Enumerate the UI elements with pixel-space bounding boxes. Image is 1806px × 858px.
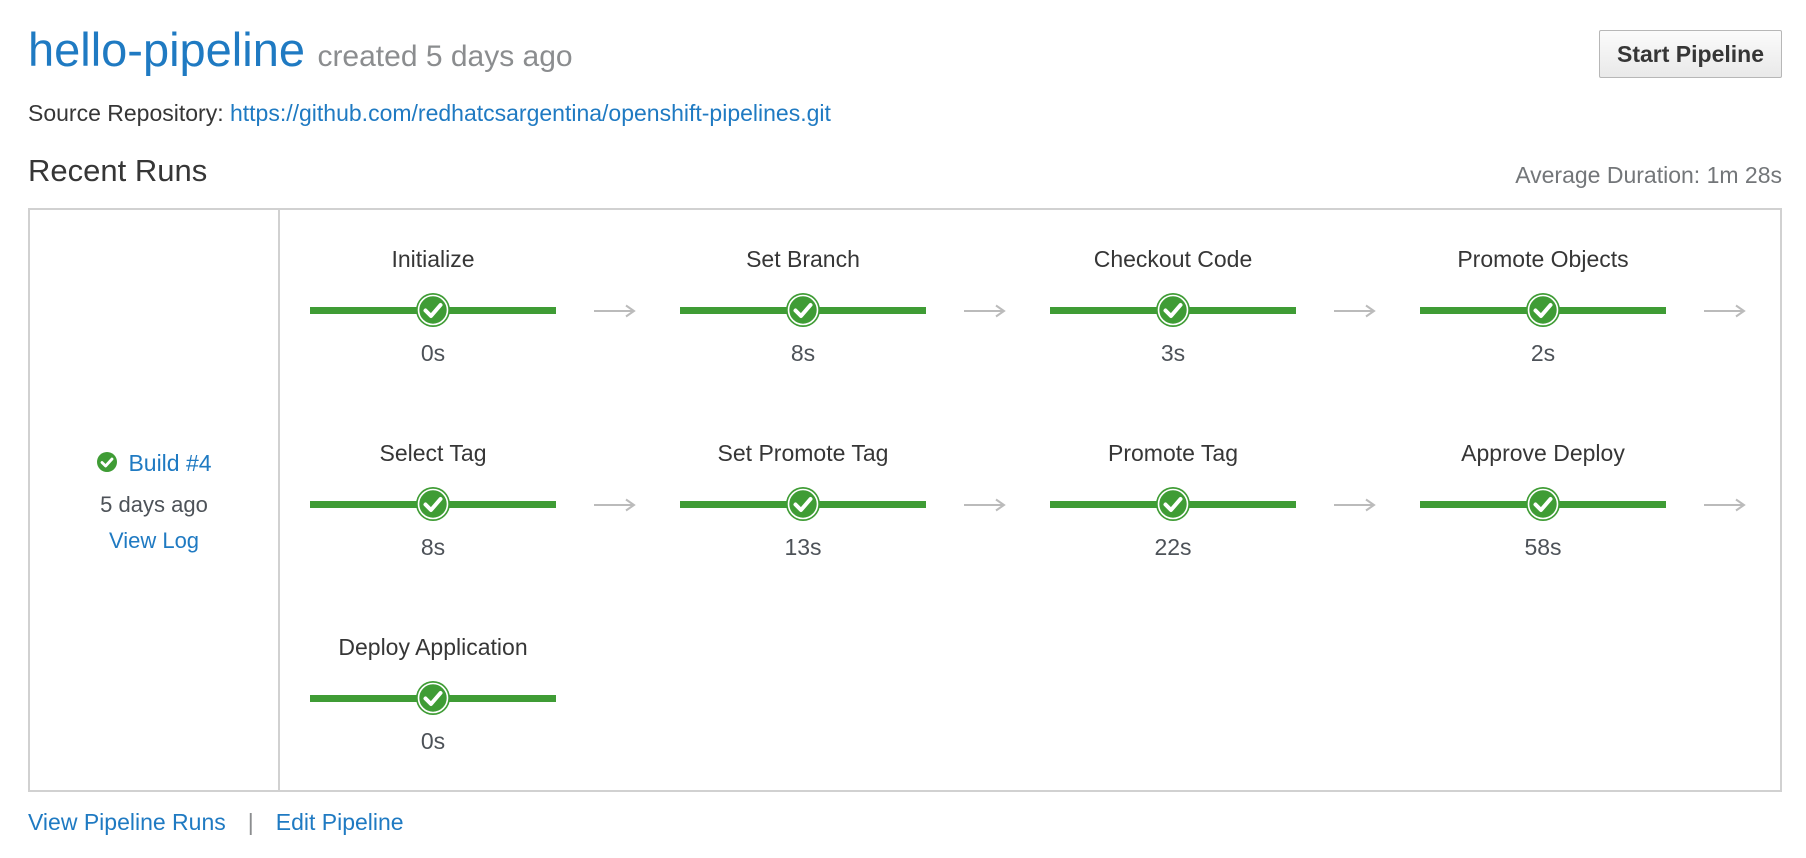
stage-duration: 0s (420, 340, 446, 366)
run-summary: Build #4 5 days ago View Log (30, 210, 280, 790)
pipeline-stage[interactable]: Promote Objects 2s (1420, 210, 1666, 366)
pipeline-stage[interactable]: Deploy Application 0s (310, 598, 556, 754)
check-circle-icon (1155, 292, 1191, 328)
view-pipeline-runs-link[interactable]: View Pipeline Runs (28, 809, 226, 835)
pipeline-stage[interactable]: Select Tag 8s (310, 404, 556, 560)
source-repository-label: Source Repository: (28, 100, 224, 126)
pipeline-stage[interactable]: Promote Tag 22s (1050, 404, 1296, 560)
stage-duration: 13s (784, 534, 822, 560)
pipeline-page: hello-pipeline created 5 days ago Start … (0, 0, 1806, 858)
stage-duration: 8s (420, 534, 446, 560)
arrow-right-icon (593, 304, 637, 318)
arrow-right-icon (1333, 304, 1377, 318)
link-separator: | (247, 809, 254, 835)
stage-duration: 58s (1524, 534, 1562, 560)
edit-pipeline-link[interactable]: Edit Pipeline (276, 809, 404, 835)
pipeline-stage[interactable]: Set Branch 8s (680, 210, 926, 366)
average-duration: Average Duration: 1m 28s (1515, 162, 1782, 188)
stage-duration: 3s (1160, 340, 1186, 366)
stage-duration: 8s (790, 340, 816, 366)
stage-name: Promote Objects (1457, 246, 1629, 272)
check-circle-icon (415, 292, 451, 328)
check-circle-icon (785, 292, 821, 328)
arrow-right-icon (1703, 304, 1747, 318)
footer-links: View Pipeline Runs | Edit Pipeline (28, 809, 404, 836)
check-circle-icon (1525, 292, 1561, 328)
recent-runs-heading: Recent Runs (28, 153, 208, 188)
pipeline-stage[interactable]: Approve Deploy 58s (1420, 404, 1666, 560)
start-pipeline-button[interactable]: Start Pipeline (1599, 30, 1782, 78)
check-circle-icon (1525, 486, 1561, 522)
check-circle-icon (415, 486, 451, 522)
stage-name: Set Branch (746, 246, 860, 272)
stage-name: Select Tag (379, 440, 487, 466)
pipeline-name-link[interactable]: hello-pipeline (28, 23, 305, 76)
check-circle-icon (785, 486, 821, 522)
stage-name: Promote Tag (1108, 440, 1238, 466)
check-circle-icon (1155, 486, 1191, 522)
stage-name: Checkout Code (1093, 246, 1253, 272)
build-link[interactable]: Build #4 (128, 450, 211, 476)
stage-name: Approve Deploy (1461, 440, 1625, 466)
arrow-right-icon (963, 304, 1007, 318)
pipeline-stage[interactable]: Checkout Code 3s (1050, 210, 1296, 366)
arrow-right-icon (1703, 498, 1747, 512)
pipeline-header: hello-pipeline created 5 days ago (28, 22, 573, 86)
source-repository-link[interactable]: https://github.com/redhatcsargentina/ope… (230, 100, 831, 126)
created-timestamp: created 5 days ago (317, 40, 573, 73)
view-log: View Log (30, 528, 278, 554)
stage-duration: 22s (1154, 534, 1192, 560)
pipeline-stage[interactable]: Set Promote Tag 13s (680, 404, 926, 560)
build-age: 5 days ago (100, 492, 208, 517)
arrow-right-icon (593, 498, 637, 512)
check-circle-icon (415, 680, 451, 716)
stage-name: Set Promote Tag (717, 440, 889, 466)
stage-duration: 0s (420, 728, 446, 754)
stage-name: Initialize (391, 246, 475, 272)
stage-name: Deploy Application (338, 634, 528, 660)
arrow-right-icon (963, 498, 1007, 512)
view-log-link[interactable]: View Log (109, 528, 199, 553)
build-status-line: Build #4 (30, 450, 278, 479)
source-repository: Source Repository: https://github.com/re… (28, 100, 831, 127)
stage-duration: 2s (1530, 340, 1556, 366)
check-circle-icon (96, 451, 118, 479)
recent-runs-panel: Build #4 5 days ago View Log Initialize 0… (28, 208, 1782, 792)
pipeline-stage[interactable]: Initialize 0s (310, 210, 556, 366)
pipeline-stages: Initialize 0s Set Branch 8s Checkout Code 3s P… (280, 210, 1780, 790)
arrow-right-icon (1333, 498, 1377, 512)
